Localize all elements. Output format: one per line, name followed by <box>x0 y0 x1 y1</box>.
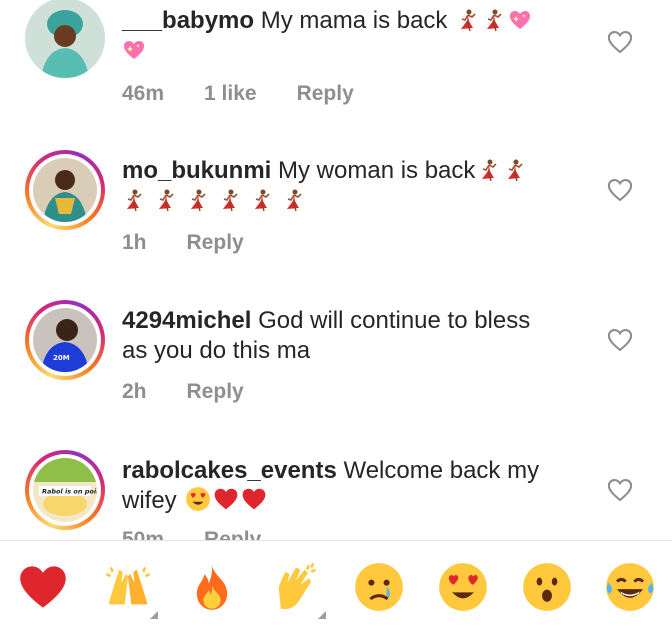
sparkling-heart-icon <box>122 38 146 62</box>
red-heart-icon <box>17 561 69 613</box>
comment-time: 2h <box>122 380 147 403</box>
quick-reaction-bar <box>0 541 672 626</box>
comment-item: 20M 4294michel God will continue to bles… <box>0 300 672 440</box>
avatar[interactable] <box>25 150 105 230</box>
emoji-run <box>454 7 532 34</box>
reply-button[interactable]: Reply <box>204 528 261 540</box>
comment-body: My woman is back <box>271 157 476 184</box>
reaction-fire[interactable] <box>186 561 238 613</box>
raising-hands-icon <box>102 561 154 613</box>
emoji-run <box>122 37 146 64</box>
avatar[interactable] <box>25 0 105 78</box>
red-heart-icon <box>213 486 239 512</box>
avatar-banner-text: Rabol is on point <box>42 488 97 496</box>
emoji-run <box>122 187 306 214</box>
reply-button[interactable]: Reply <box>187 231 244 255</box>
emoji-run <box>475 157 527 184</box>
comment-text: rabolcakes_events Welcome back my wifey <box>122 456 582 516</box>
reaction-heart-eyes[interactable] <box>437 561 489 613</box>
skin-tone-indicator <box>318 611 326 619</box>
skin-tone-indicator <box>150 611 158 619</box>
avatar-photo <box>25 0 105 78</box>
dancer-icon <box>482 8 506 32</box>
avatar[interactable]: Rabol is on point <box>25 450 105 530</box>
comment-meta: 46m 1 like Reply <box>122 82 354 106</box>
comments-list: ___babymo My mama is back 46m 1 like Rep… <box>0 0 672 540</box>
dancer-icon <box>122 188 146 212</box>
emoji-run <box>183 487 267 514</box>
comment-body: My mama is back <box>254 7 455 34</box>
reply-button[interactable]: Reply <box>297 82 354 106</box>
heart-eyes-icon <box>437 561 489 613</box>
comment-username[interactable]: 4294michel <box>122 307 251 334</box>
comment-time: 50m <box>122 528 165 540</box>
reaction-crying-face[interactable] <box>353 561 405 613</box>
comment-text: 4294michel God will continue to bless as… <box>122 306 582 366</box>
avatar[interactable]: 20M <box>25 300 105 380</box>
comment-meta: 50m Reply <box>122 528 261 540</box>
comment-item: Rabol is on point rabolcakes_events Welc… <box>0 450 672 540</box>
like-heart-icon[interactable] <box>606 326 634 354</box>
dancer-icon <box>186 188 210 212</box>
like-heart-icon[interactable] <box>606 476 634 504</box>
comment-time: 1h <box>122 231 147 254</box>
heart-eyes-icon <box>185 486 211 512</box>
crying-face-icon <box>353 561 405 613</box>
avatar-photo: 20M <box>33 308 97 372</box>
comment-body: Welcome back my <box>336 457 540 484</box>
reaction-clapping-hands[interactable] <box>270 561 326 619</box>
comment-username[interactable]: rabolcakes_events <box>122 457 337 484</box>
dancer-icon <box>154 188 178 212</box>
reply-button[interactable]: Reply <box>187 380 244 404</box>
comment-body-line2: as you do this ma <box>122 337 311 364</box>
tears-of-joy-icon <box>604 561 656 613</box>
comment-item: ___babymo My mama is back 46m 1 like Rep… <box>0 0 672 140</box>
clapping-hands-icon <box>270 561 322 613</box>
reaction-red-heart[interactable] <box>17 561 69 613</box>
red-heart-icon <box>241 486 267 512</box>
comment-likes[interactable]: 1 like <box>204 82 257 106</box>
dancer-icon <box>282 188 306 212</box>
reaction-raising-hands[interactable] <box>102 561 158 619</box>
dancer-icon <box>503 158 527 182</box>
surprised-face-icon <box>521 561 573 613</box>
dancer-icon <box>250 188 274 212</box>
avatar-photo: Rabol is on point <box>33 458 97 522</box>
comment-item: mo_bukunmi My woman is back 1h Reply <box>0 150 672 290</box>
avatar-photo <box>33 158 97 222</box>
reaction-surprised-face[interactable] <box>521 561 573 613</box>
dancer-icon <box>456 8 480 32</box>
avatar-shirt-text: 20M <box>53 354 70 362</box>
dancer-icon <box>477 158 501 182</box>
comment-meta: 2h Reply <box>122 380 244 404</box>
dancer-icon <box>218 188 242 212</box>
comment-body-line2: wifey <box>122 487 184 514</box>
comment-username[interactable]: mo_bukunmi <box>122 157 271 184</box>
comment-username[interactable]: ___babymo <box>122 7 254 34</box>
like-heart-icon[interactable] <box>606 176 634 204</box>
comment-meta: 1h Reply <box>122 231 244 255</box>
sparkling-heart-icon <box>508 8 532 32</box>
comment-time: 46m <box>122 82 165 105</box>
like-heart-icon[interactable] <box>606 28 634 56</box>
comment-body: God will continue to bless <box>251 307 531 334</box>
reaction-tears-of-joy[interactable] <box>604 561 656 613</box>
comment-text: ___babymo My mama is back <box>122 6 582 66</box>
comment-text: mo_bukunmi My woman is back <box>122 156 582 216</box>
fire-icon <box>186 561 238 613</box>
